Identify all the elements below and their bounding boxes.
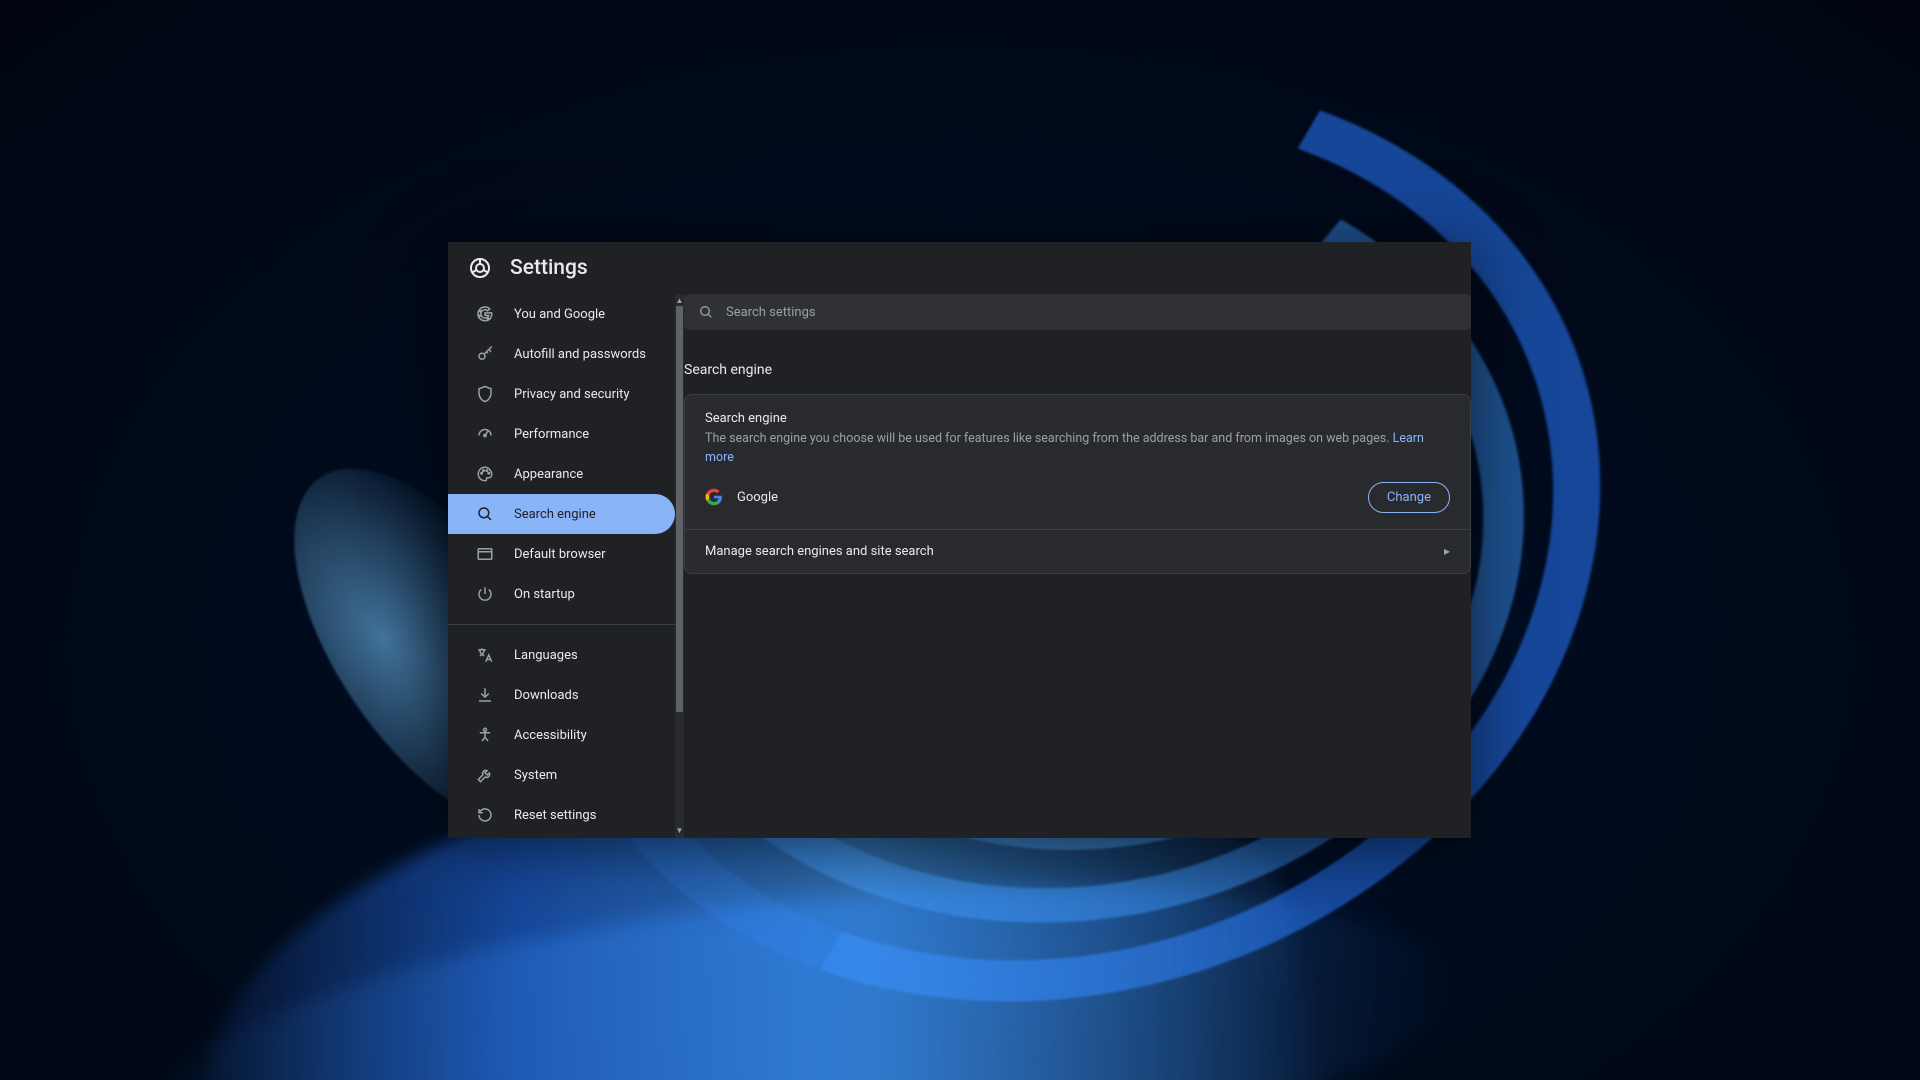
sidebar-item-label: Search engine [514, 507, 596, 522]
manage-search-engines-label: Manage search engines and site search [705, 544, 934, 559]
sidebar-item-you-and-google[interactable]: You and Google [448, 294, 675, 334]
sidebar-item-label: Default browser [514, 547, 606, 562]
sidebar-item-downloads[interactable]: Downloads [448, 675, 675, 715]
sidebar-item-accessibility[interactable]: Accessibility [448, 715, 675, 755]
sidebar-item-label: Appearance [514, 467, 583, 482]
settings-window: Settings You and Google Autofill and pass… [448, 242, 1471, 838]
manage-search-engines-row[interactable]: Manage search engines and site search ▸ [685, 530, 1470, 573]
sidebar-item-label: Languages [514, 648, 578, 663]
sidebar-item-default-browser[interactable]: Default browser [448, 534, 675, 574]
chevron-right-icon: ▸ [1444, 544, 1450, 558]
scroll-up-arrow-icon[interactable]: ▲ [676, 296, 684, 306]
palette-icon [476, 465, 494, 483]
window-title: Settings [510, 256, 588, 280]
change-search-engine-button[interactable]: Change [1368, 482, 1450, 513]
search-settings-input[interactable] [726, 305, 1457, 320]
scroll-track[interactable] [675, 306, 684, 826]
sidebar-item-label: System [514, 768, 557, 783]
search-icon [698, 304, 714, 320]
section-title: Search engine [684, 348, 1471, 394]
card-heading: Search engine [705, 411, 1450, 426]
sidebar-item-search-engine[interactable]: Search engine [448, 494, 675, 534]
sidebar-item-reset[interactable]: Reset settings [448, 795, 675, 835]
sidebar-item-label: Reset settings [514, 808, 596, 823]
browser-window-icon [476, 545, 494, 563]
scroll-thumb[interactable] [676, 306, 683, 712]
key-icon [476, 345, 494, 363]
sidebar-item-label: Autofill and passwords [514, 347, 646, 362]
sidebar-item-performance[interactable]: Performance [448, 414, 675, 454]
scroll-down-arrow-icon[interactable]: ▼ [676, 826, 684, 836]
sidebar-item-autofill[interactable]: Autofill and passwords [448, 334, 675, 374]
settings-sidebar: You and Google Autofill and passwords Priv… [448, 294, 675, 838]
sidebar-item-label: Accessibility [514, 728, 587, 743]
sidebar-item-label: Downloads [514, 688, 579, 703]
speedometer-icon [476, 425, 494, 443]
wrench-icon [476, 766, 494, 784]
download-icon [476, 686, 494, 704]
google-logo-icon [705, 488, 723, 506]
card-description-text: The search engine you choose will be use… [705, 431, 1393, 446]
window-header: Settings [448, 242, 1471, 294]
sidebar-item-label: Privacy and security [514, 387, 630, 402]
sidebar-item-system[interactable]: System [448, 755, 675, 795]
sidebar-item-privacy[interactable]: Privacy and security [448, 374, 675, 414]
search-icon [476, 505, 494, 523]
sidebar-item-label: Performance [514, 427, 589, 442]
shield-icon [476, 385, 494, 403]
reset-icon [476, 806, 494, 824]
sidebar-divider [448, 624, 675, 625]
current-search-engine: Google [737, 490, 778, 505]
main-content: Search engine Search engine The search e… [684, 294, 1471, 838]
search-settings-box[interactable] [684, 294, 1471, 330]
sidebar-item-label: You and Google [514, 307, 605, 322]
sidebar-scrollbar[interactable]: ▲ ▼ [675, 294, 684, 838]
translate-icon [476, 646, 494, 664]
sidebar-item-label: On startup [514, 587, 575, 602]
google-g-icon [476, 305, 494, 323]
chrome-icon [468, 256, 492, 280]
accessibility-icon [476, 726, 494, 744]
search-engine-card: Search engine The search engine you choo… [684, 394, 1471, 574]
sidebar-item-on-startup[interactable]: On startup [448, 574, 675, 614]
card-description: The search engine you choose will be use… [705, 430, 1450, 468]
sidebar-item-languages[interactable]: Languages [448, 635, 675, 675]
sidebar-item-appearance[interactable]: Appearance [448, 454, 675, 494]
power-icon [476, 585, 494, 603]
